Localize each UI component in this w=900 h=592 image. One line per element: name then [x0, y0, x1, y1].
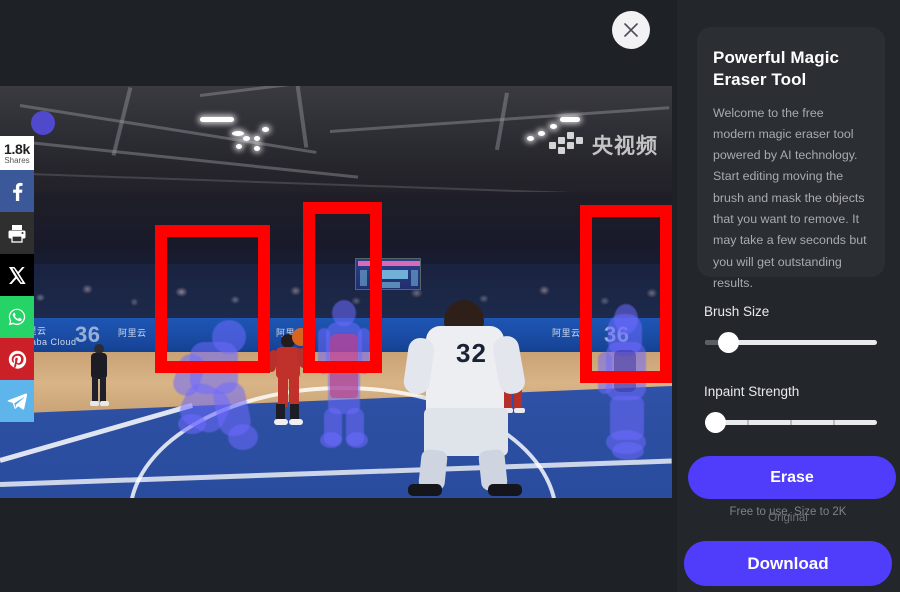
app-root: 阿里云 Alibaba Cloud 36 阿里云 阿里云 36 阿里云 [0, 0, 900, 592]
ceiling-light [236, 144, 242, 149]
player-white-32: 32 [402, 300, 527, 496]
x-twitter-icon [8, 266, 26, 284]
detection-box-1[interactable] [155, 225, 270, 373]
ad-text-right: 阿里云 [118, 328, 147, 338]
brush-cursor [31, 111, 55, 135]
ceiling-light [560, 117, 580, 122]
ceiling-light [538, 131, 545, 136]
inpaint-strength-slider[interactable] [705, 412, 880, 433]
inpaint-strength-label: Inpaint Strength [704, 384, 800, 399]
close-icon [624, 23, 638, 37]
ceiling-light [200, 117, 234, 122]
referee [88, 344, 110, 408]
brush-size-thumb[interactable] [718, 332, 739, 353]
info-card: Powerful Magic Eraser Tool Welcome to th… [697, 27, 885, 290]
ceiling-light [254, 136, 260, 141]
share-count-label: Shares [4, 155, 30, 165]
share-button-print[interactable] [0, 212, 34, 254]
inpaint-strength-thumb[interactable] [705, 412, 726, 433]
channel-watermark: 央视频 [549, 130, 658, 160]
whatsapp-icon [8, 308, 26, 326]
share-button-pinterest[interactable] [0, 338, 34, 380]
ad-text-right: 阿里云 [552, 328, 581, 338]
share-button-x[interactable] [0, 254, 34, 296]
source-photo: 阿里云 Alibaba Cloud 36 阿里云 阿里云 36 阿里云 [0, 86, 672, 498]
telegram-icon [7, 393, 27, 410]
ceiling-light [243, 136, 250, 141]
share-button-telegram[interactable] [0, 380, 34, 422]
editor-area: 阿里云 Alibaba Cloud 36 阿里云 阿里云 36 阿里云 [0, 0, 677, 592]
image-canvas[interactable]: 阿里云 Alibaba Cloud 36 阿里云 阿里云 36 阿里云 [0, 86, 672, 498]
facebook-icon [12, 182, 22, 201]
social-share-rail: 1.8k Shares [0, 136, 34, 422]
info-card-body: Welcome to the free modern magic eraser … [713, 105, 867, 291]
ceiling-light [550, 124, 557, 129]
jersey-number: 32 [456, 338, 487, 368]
slider-tick [747, 420, 749, 425]
info-card-title: Powerful Magic Eraser Tool [713, 48, 840, 89]
share-count: 1.8k Shares [0, 136, 34, 170]
share-button-facebook[interactable] [0, 170, 34, 212]
ceiling-light [262, 127, 269, 132]
slider-tick [790, 420, 792, 425]
ceiling-light [254, 146, 260, 151]
watermark-text: 央视频 [592, 135, 658, 158]
detection-box-3[interactable] [580, 205, 672, 383]
ceiling-light [527, 136, 534, 141]
erase-button[interactable]: Erase [688, 456, 896, 499]
print-icon [8, 224, 26, 243]
watermark-logo-icon [549, 132, 583, 156]
share-count-number: 1.8k [3, 140, 31, 157]
download-button[interactable]: Download [684, 541, 892, 586]
original-label: Original [768, 512, 808, 524]
pinterest-icon [8, 350, 26, 369]
close-button[interactable] [612, 11, 650, 49]
share-button-whatsapp[interactable] [0, 296, 34, 338]
detection-box-2[interactable] [303, 202, 382, 373]
brush-size-label: Brush Size [704, 304, 770, 319]
ceiling-light [232, 131, 244, 136]
brush-size-slider[interactable] [705, 332, 880, 353]
slider-tick [833, 420, 835, 425]
tool-panel: Powerful Magic Eraser Tool Welcome to th… [677, 0, 900, 592]
